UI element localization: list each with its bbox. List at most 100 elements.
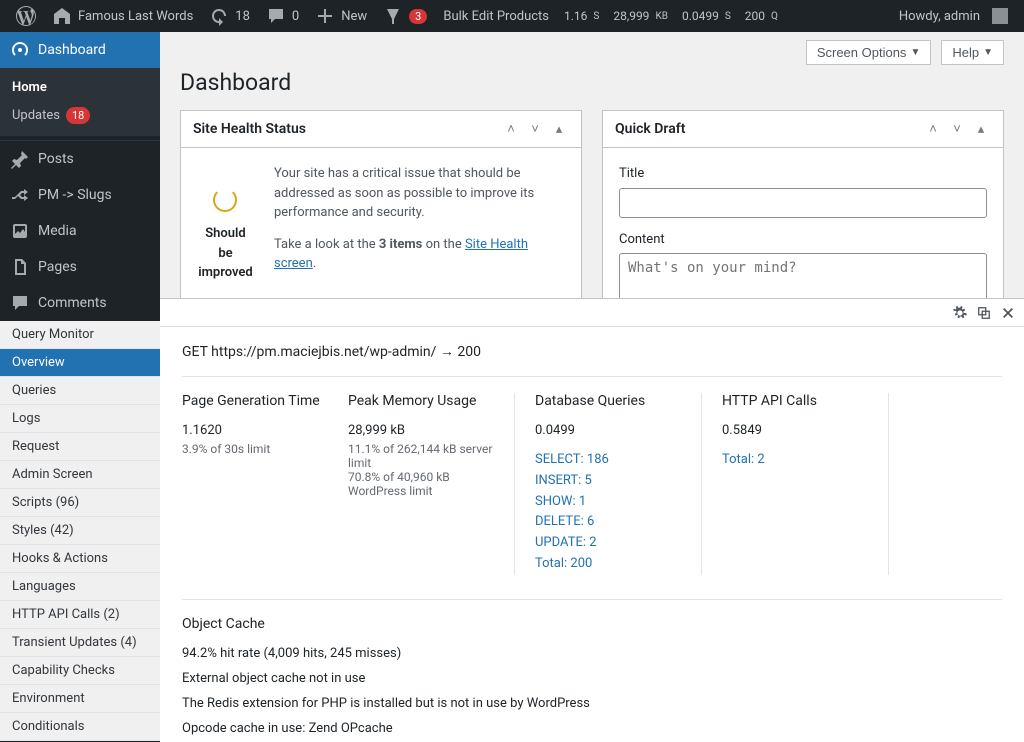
- media-icon: [10, 221, 30, 241]
- pages-icon: [10, 257, 30, 277]
- wordpress-icon: [16, 6, 36, 26]
- site-health-link-text: Take a look at the 3 items on the Site H…: [274, 235, 565, 274]
- qm-db-link[interactable]: Total: 200: [535, 554, 681, 575]
- qm-db-link[interactable]: DELETE: 6: [535, 512, 681, 533]
- expand-icon[interactable]: [976, 305, 992, 321]
- qm-menu-request[interactable]: Request: [0, 433, 160, 461]
- qm-menu-styles[interactable]: Styles (42): [0, 517, 160, 545]
- qm-menu-http-api[interactable]: HTTP API Calls (2): [0, 601, 160, 629]
- qd-content-label: Content: [619, 230, 987, 250]
- close-icon[interactable]: [1000, 305, 1016, 321]
- chevron-down-icon: ▼: [910, 47, 920, 58]
- menu-comments[interactable]: Comments: [0, 285, 160, 321]
- comment-icon: [266, 6, 286, 26]
- move-up-button[interactable]: ˄: [501, 119, 521, 139]
- qm-cache-line: 94.2% hit rate (4,009 hits, 245 misses): [182, 646, 1002, 661]
- qm-menu-transients[interactable]: Transient Updates (4): [0, 629, 160, 657]
- submenu-home[interactable]: Home: [0, 74, 160, 101]
- comments-icon: [10, 293, 30, 313]
- my-account[interactable]: Howdy, admin: [891, 0, 1016, 32]
- howdy-text: Howdy, admin: [899, 9, 980, 24]
- toggle-button[interactable]: ▴: [971, 119, 991, 139]
- new-content[interactable]: New: [307, 0, 375, 32]
- home-icon: [52, 6, 72, 26]
- screen-options-button[interactable]: Screen Options▼: [806, 40, 932, 65]
- pin-icon: [10, 149, 30, 169]
- qm-db-link[interactable]: UPDATE: 2: [535, 533, 681, 554]
- site-link[interactable]: Famous Last Words: [44, 0, 201, 32]
- qm-http-link[interactable]: Total: 2: [722, 450, 868, 471]
- qm-menu-capability[interactable]: Capability Checks: [0, 657, 160, 685]
- menu-dashboard[interactable]: Dashboard: [0, 32, 160, 68]
- menu-pm-slugs-label: PM -> Slugs: [38, 187, 112, 203]
- comments-count: 0: [292, 9, 299, 24]
- qm-menu-environment[interactable]: Environment: [0, 685, 160, 713]
- qm-stat-http-api: HTTP API Calls 0.5849 Total: 2: [701, 393, 888, 575]
- plus-icon: [315, 6, 335, 26]
- qm-menu-overview[interactable]: Overview: [0, 349, 160, 377]
- bulk-edit-link[interactable]: Bulk Edit Products: [435, 0, 557, 32]
- qm-db-link[interactable]: SELECT: 186: [535, 450, 681, 471]
- new-label: New: [341, 9, 367, 24]
- qm-cache-line: Opcode cache in use: Zend OPcache: [182, 721, 1002, 736]
- quick-draft-title: Quick Draft: [615, 121, 685, 137]
- qm-menu-admin-screen[interactable]: Admin Screen: [0, 461, 160, 489]
- move-up-button[interactable]: ˄: [923, 119, 943, 139]
- qd-title-label: Title: [619, 164, 987, 184]
- query-monitor-panel: GET https://pm.maciejbis.net/wp-admin/ →…: [160, 298, 1024, 742]
- qm-menu-logs[interactable]: Logs: [0, 405, 160, 433]
- wp-logo[interactable]: [8, 0, 44, 32]
- admin-menu: Dashboard Home Updates 18 Posts PM -> Sl…: [0, 32, 160, 742]
- qm-menu-queries[interactable]: Queries: [0, 377, 160, 405]
- yoast-icon: [383, 6, 403, 26]
- yoast-badge: 3: [409, 9, 427, 24]
- menu-posts-label: Posts: [38, 151, 74, 167]
- menu-comments-label: Comments: [38, 295, 107, 311]
- qm-menu-hooks[interactable]: Hooks & Actions: [0, 545, 160, 573]
- yoast-link[interactable]: 3: [375, 0, 435, 32]
- qm-menu-scripts[interactable]: Scripts (96): [0, 489, 160, 517]
- qm-request-url: GET https://pm.maciejbis.net/wp-admin/ →…: [182, 343, 1002, 376]
- chevron-down-icon: ▼: [983, 47, 993, 58]
- admin-bar: Famous Last Words 18 0 New 3 Bulk Edit P…: [0, 0, 1024, 32]
- qm-stat-generation-time: Page Generation Time 1.1620 3.9% of 30s …: [182, 393, 348, 575]
- qm-stat-db[interactable]: 0.0499S: [675, 0, 738, 32]
- move-down-button[interactable]: ˅: [525, 119, 545, 139]
- updates-link[interactable]: 18: [201, 0, 258, 32]
- qm-db-link[interactable]: INSERT: 5: [535, 471, 681, 492]
- qm-stat-time[interactable]: 1.16S: [557, 0, 606, 32]
- toggle-button[interactable]: ▴: [549, 119, 569, 139]
- settings-icon[interactable]: [952, 305, 968, 321]
- menu-pages-label: Pages: [38, 259, 77, 275]
- qm-stat-db-queries: Database Queries 0.0499 SELECT: 186 INSE…: [514, 393, 701, 575]
- comments-link[interactable]: 0: [258, 0, 307, 32]
- submenu-updates[interactable]: Updates 18: [0, 101, 160, 130]
- move-down-button[interactable]: ˅: [947, 119, 967, 139]
- qm-stat-memory: Peak Memory Usage 28,999 kB 11.1% of 262…: [348, 393, 514, 575]
- menu-pages[interactable]: Pages: [0, 249, 160, 285]
- avatar: [992, 8, 1008, 24]
- qm-stat-mem[interactable]: 28,999KB: [606, 0, 675, 32]
- qm-cache-heading: Object Cache: [182, 616, 1002, 632]
- qm-menu-header[interactable]: Query Monitor: [0, 321, 160, 349]
- qm-cache-line: External object cache not in use: [182, 671, 1002, 686]
- qm-cache-line: The Redis extension for PHP is installed…: [182, 696, 1002, 711]
- menu-pm-slugs[interactable]: PM -> Slugs: [0, 177, 160, 213]
- qm-stat-empty: [888, 393, 1002, 575]
- updates-count: 18: [235, 9, 250, 24]
- menu-media[interactable]: Media: [0, 213, 160, 249]
- qm-db-link[interactable]: SHOW: 1: [535, 492, 681, 513]
- loading-spinner-icon: [213, 188, 237, 212]
- site-health-title: Site Health Status: [193, 121, 306, 137]
- menu-posts[interactable]: Posts: [0, 141, 160, 177]
- site-health-postbox: Site Health Status ˄ ˅ ▴ Should be impro…: [180, 110, 582, 303]
- help-button[interactable]: Help▼: [941, 40, 1004, 65]
- qm-menu-languages[interactable]: Languages: [0, 573, 160, 601]
- dashboard-icon: [10, 40, 30, 60]
- qm-panel-menu: Query Monitor Overview Queries Logs Requ…: [0, 321, 160, 741]
- site-health-status-label: Should be improved: [197, 224, 254, 283]
- qm-menu-conditionals[interactable]: Conditionals: [0, 713, 160, 741]
- site-health-text: Your site has a critical issue that shou…: [274, 164, 565, 223]
- qm-stat-q[interactable]: 200Q: [738, 0, 785, 32]
- qd-title-input[interactable]: [619, 188, 987, 218]
